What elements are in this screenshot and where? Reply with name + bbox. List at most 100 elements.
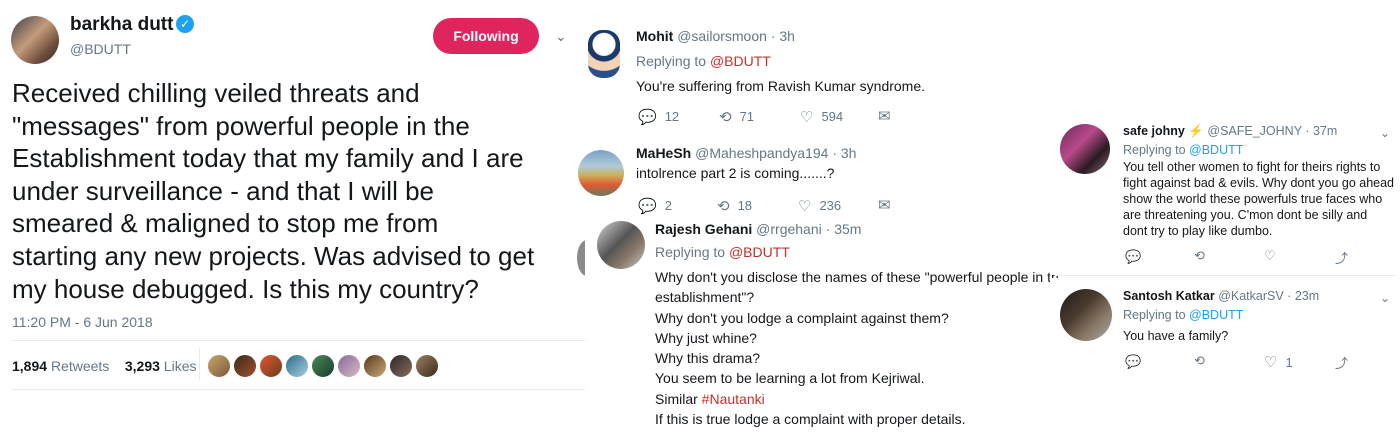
reply-avatar[interactable]	[578, 150, 624, 196]
reply-header: Mohit @sailorsmoon · 3h	[636, 28, 795, 44]
share-icon[interactable]: ⤴	[1335, 248, 1348, 267]
tweet-text-line: under surveillance - and that I will be	[12, 175, 435, 206]
reply-avatar[interactable]	[1060, 289, 1112, 341]
dot-separator: ·	[1287, 289, 1295, 303]
like-action[interactable]: ♡ 594	[800, 107, 843, 126]
tweet-text-line: "messages" from powerful people in the	[12, 110, 470, 141]
liker-avatar[interactable]	[259, 354, 283, 378]
reply-author-handle[interactable]: @sailorsmoon	[677, 28, 767, 44]
reply-author-name[interactable]: Mohit	[636, 28, 673, 44]
divider	[12, 340, 585, 341]
reply-tweet: safe johny ⚡ @SAFE_JOHNY · 37m ⌄ Replyin…	[1050, 110, 1400, 275]
reply-action[interactable]: 💬 12	[638, 107, 679, 126]
reply-text-line: are threatening you. C'mon dont be silly…	[1123, 208, 1368, 222]
message-action[interactable]: ✉	[878, 106, 891, 125]
main-tweet: barkha dutt ✓ @BDUTT Following ⌄ Receive…	[0, 0, 585, 440]
share-icon[interactable]: ⤴	[1335, 353, 1348, 372]
reply-time[interactable]: 23m	[1295, 289, 1319, 303]
replying-mention[interactable]: @BDUTT	[710, 53, 771, 69]
reply-author-handle[interactable]: @Maheshpandya194	[695, 145, 828, 161]
liker-avatar[interactable]	[285, 354, 309, 378]
tweet-stats: 1,894 Retweets 3,293 Likes	[12, 358, 196, 374]
reply-author-handle[interactable]: @SAFE_JOHNY	[1207, 124, 1301, 138]
reply-header: safe johny ⚡ @SAFE_JOHNY · 37m	[1123, 124, 1337, 139]
envelope-icon: ✉	[878, 107, 891, 125]
replying-mention[interactable]: @BDUTT	[1189, 308, 1243, 322]
verified-icon: ✓	[176, 15, 194, 33]
tweet-text-line: starting any new projects. Was advised t…	[12, 240, 535, 271]
reply-author-name[interactable]: safe johny	[1123, 124, 1185, 138]
liker-avatar[interactable]	[415, 354, 439, 378]
reply-text-line: You tell other women to fight for theirs…	[1123, 160, 1381, 174]
reply-icon[interactable]: 💬	[1125, 249, 1141, 265]
reply-text-line: Similar #Nautanki	[655, 389, 1059, 409]
replying-to: Replying to @BDUTT	[1123, 308, 1243, 322]
likes-stat[interactable]: 3,293 Likes	[125, 358, 197, 374]
reply-avatar[interactable]	[588, 30, 620, 78]
replying-mention[interactable]: @BDUTT	[1189, 143, 1243, 157]
reply-time[interactable]: 37m	[1313, 124, 1337, 138]
envelope-icon: ✉	[878, 196, 891, 214]
retweet-count: 18	[737, 198, 753, 214]
retweet-count: 71	[739, 109, 755, 125]
like-count: 236	[819, 198, 842, 214]
author-avatar[interactable]	[11, 16, 59, 64]
tweet-text-line: smeared & maligned to stop me from	[12, 208, 439, 239]
reply-avatar[interactable]	[597, 221, 645, 269]
retweet-icon[interactable]: ⟲	[1194, 248, 1205, 264]
replying-mention[interactable]: @BDUTT	[729, 244, 790, 260]
reply-header: Santosh Katkar @KatkarSV · 23m	[1123, 289, 1319, 303]
following-button[interactable]: Following	[433, 18, 539, 54]
replying-prefix: Replying to	[1123, 143, 1186, 157]
chevron-down-icon[interactable]: ⌄	[1380, 291, 1390, 305]
reply-avatar[interactable]	[1060, 124, 1110, 174]
retweet-icon: ⟲	[717, 197, 730, 215]
liker-avatar[interactable]	[337, 354, 361, 378]
retweet-icon: ⟲	[719, 108, 732, 126]
reply-text-line: Why just whine?	[655, 329, 757, 346]
retweet-action[interactable]: ⟲ 71	[719, 107, 754, 126]
dot-separator: ·	[1305, 124, 1313, 138]
reply-author-handle[interactable]: @KatkarSV	[1218, 289, 1284, 303]
similar-word: Similar	[655, 390, 698, 407]
heart-icon[interactable]: ♡	[1264, 248, 1276, 264]
retweets-stat[interactable]: 1,894 Retweets	[12, 358, 109, 374]
tweet-text-line: Establishment today that my family and I…	[12, 143, 524, 174]
liker-avatar[interactable]	[207, 354, 231, 378]
reply-text-line: You seem to be learning a lot from Kejri…	[655, 370, 925, 387]
reply-count: 12	[664, 109, 680, 125]
reply-author-name[interactable]: Santosh Katkar	[1123, 289, 1215, 303]
retweet-icon[interactable]: ⟲	[1194, 353, 1205, 369]
hashtag-link[interactable]: #Nautanki	[702, 391, 765, 407]
tweet-timestamp[interactable]: 11:20 PM - 6 Jun 2018	[12, 314, 153, 330]
liker-avatar[interactable]	[233, 354, 257, 378]
liker-avatar[interactable]	[389, 354, 413, 378]
reply-time[interactable]: 3h	[841, 145, 857, 161]
reply-author-handle[interactable]: @rrgehani	[756, 221, 822, 237]
reply-author-name[interactable]: MaHeSh	[636, 145, 691, 161]
reply-icon[interactable]: 💬	[1125, 354, 1141, 370]
chevron-down-icon[interactable]: ⌄	[1380, 126, 1390, 140]
like-action[interactable]: ♡ 236	[798, 196, 841, 215]
reply-time[interactable]: 3h	[779, 28, 795, 44]
reply-text-line: Why don't you disclose the names of thes…	[655, 269, 1059, 285]
author-handle[interactable]: @BDUTT	[70, 41, 131, 57]
replying-prefix: Replying to	[1123, 308, 1186, 322]
retweets-label: Retweets	[50, 358, 110, 374]
tweet-text-line: my house debugged. Is this my country?	[12, 273, 479, 304]
reply-count: 2	[664, 198, 672, 214]
liker-avatar[interactable]	[311, 354, 335, 378]
like-action[interactable]: ♡ 1	[1264, 353, 1293, 371]
message-action[interactable]: ✉	[878, 195, 891, 214]
reply-text: You're suffering from Ravish Kumar syndr…	[636, 78, 926, 94]
reply-author-name[interactable]: Rajesh Gehani	[655, 221, 752, 237]
reply-action[interactable]: 💬 2	[638, 196, 672, 215]
lightning-icon: ⚡	[1188, 124, 1204, 138]
author-name[interactable]: barkha dutt	[70, 14, 173, 36]
liker-avatar[interactable]	[363, 354, 387, 378]
chevron-down-icon[interactable]: ⌄	[555, 28, 567, 45]
reply-time[interactable]: 35m	[834, 221, 861, 237]
retweet-action[interactable]: ⟲ 18	[717, 196, 752, 215]
heart-icon: ♡	[1264, 354, 1278, 371]
reply-tweet: Rajesh Gehani @rrgehani · 35m Replying t…	[585, 215, 1060, 440]
